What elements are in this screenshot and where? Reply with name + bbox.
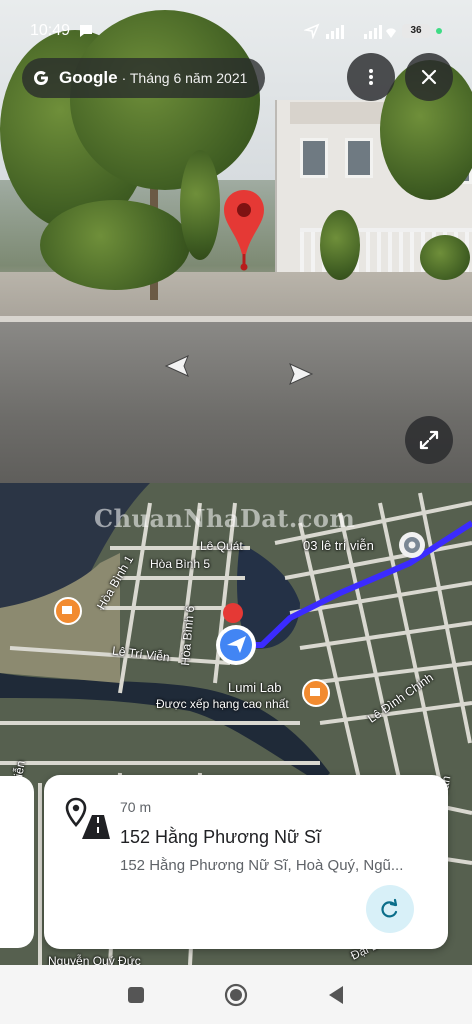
active-dot <box>436 28 442 34</box>
expand-button[interactable] <box>405 416 453 464</box>
street-view-panorama[interactable]: 10:49 36 Google · Tháng 6 năm 2021 <box>0 0 472 483</box>
battery-level: 36 <box>402 24 430 38</box>
cafe-marker <box>54 597 82 625</box>
chat-icon <box>80 25 92 37</box>
chevron-right-icon[interactable] <box>286 362 316 386</box>
home-circle-icon[interactable] <box>224 983 248 1007</box>
place-address: 152 Hằng Phương Nữ Sĩ, Hoà Quý, Ngũ... <box>120 857 404 874</box>
destination-marker <box>399 532 425 558</box>
app-screen: 10:49 36 Google · Tháng 6 năm 2021 Chuan… <box>0 0 472 1024</box>
street-label: Lê Quát <box>200 539 243 553</box>
chevron-left-icon[interactable] <box>162 354 192 378</box>
house-window <box>300 138 328 178</box>
recents-square-icon[interactable] <box>124 983 148 1007</box>
back-triangle-icon[interactable] <box>324 983 348 1007</box>
more-vert-icon <box>369 69 373 85</box>
status-time: 10:49 <box>30 22 71 39</box>
refresh-icon <box>381 898 398 918</box>
road <box>0 322 472 483</box>
more-options-button[interactable] <box>347 53 395 101</box>
close-icon <box>421 69 437 85</box>
location-pin-icon[interactable] <box>222 188 266 272</box>
street-label: Nguyễn Quý Đức <box>48 954 141 965</box>
map-pin-red <box>223 603 243 623</box>
watermark: ChuanNhaDat.com <box>94 504 356 533</box>
place-label: Lumi Lab <box>228 680 282 695</box>
destination-label: 03 lê trí viễn <box>303 538 374 553</box>
close-button[interactable] <box>405 53 453 101</box>
street-label: Hòa Bình 5 <box>150 557 211 571</box>
status-bar: 10:49 36 <box>0 16 472 46</box>
system-nav-bar <box>0 965 472 1024</box>
place-route-icon <box>65 797 110 839</box>
refresh-button[interactable] <box>366 885 414 933</box>
tree <box>180 150 220 260</box>
bush <box>40 200 190 290</box>
google-brand: Google <box>59 68 118 87</box>
distance-text: 70 m <box>120 799 152 815</box>
shrub <box>420 235 470 280</box>
imagery-info-chip[interactable]: Google · Tháng 6 năm 2021 <box>22 58 265 98</box>
previous-card-peek[interactable] <box>0 776 34 948</box>
location-arrow-icon <box>304 23 320 39</box>
google-g-icon <box>34 71 48 85</box>
current-location-marker <box>216 625 256 665</box>
cafe-marker <box>302 679 330 707</box>
signal-icon <box>326 25 396 39</box>
capture-date: · Tháng 6 năm 2021 <box>121 70 248 86</box>
place-sublabel: Được xếp hạng cao nhất <box>156 697 289 711</box>
place-card[interactable]: 70 m 152 Hằng Phương Nữ Sĩ 152 Hằng Phươ… <box>44 775 448 949</box>
expand-icon <box>419 430 439 450</box>
shrub <box>320 210 360 280</box>
house-window <box>345 138 373 178</box>
place-title: 152 Hằng Phương Nữ Sĩ <box>120 827 322 847</box>
